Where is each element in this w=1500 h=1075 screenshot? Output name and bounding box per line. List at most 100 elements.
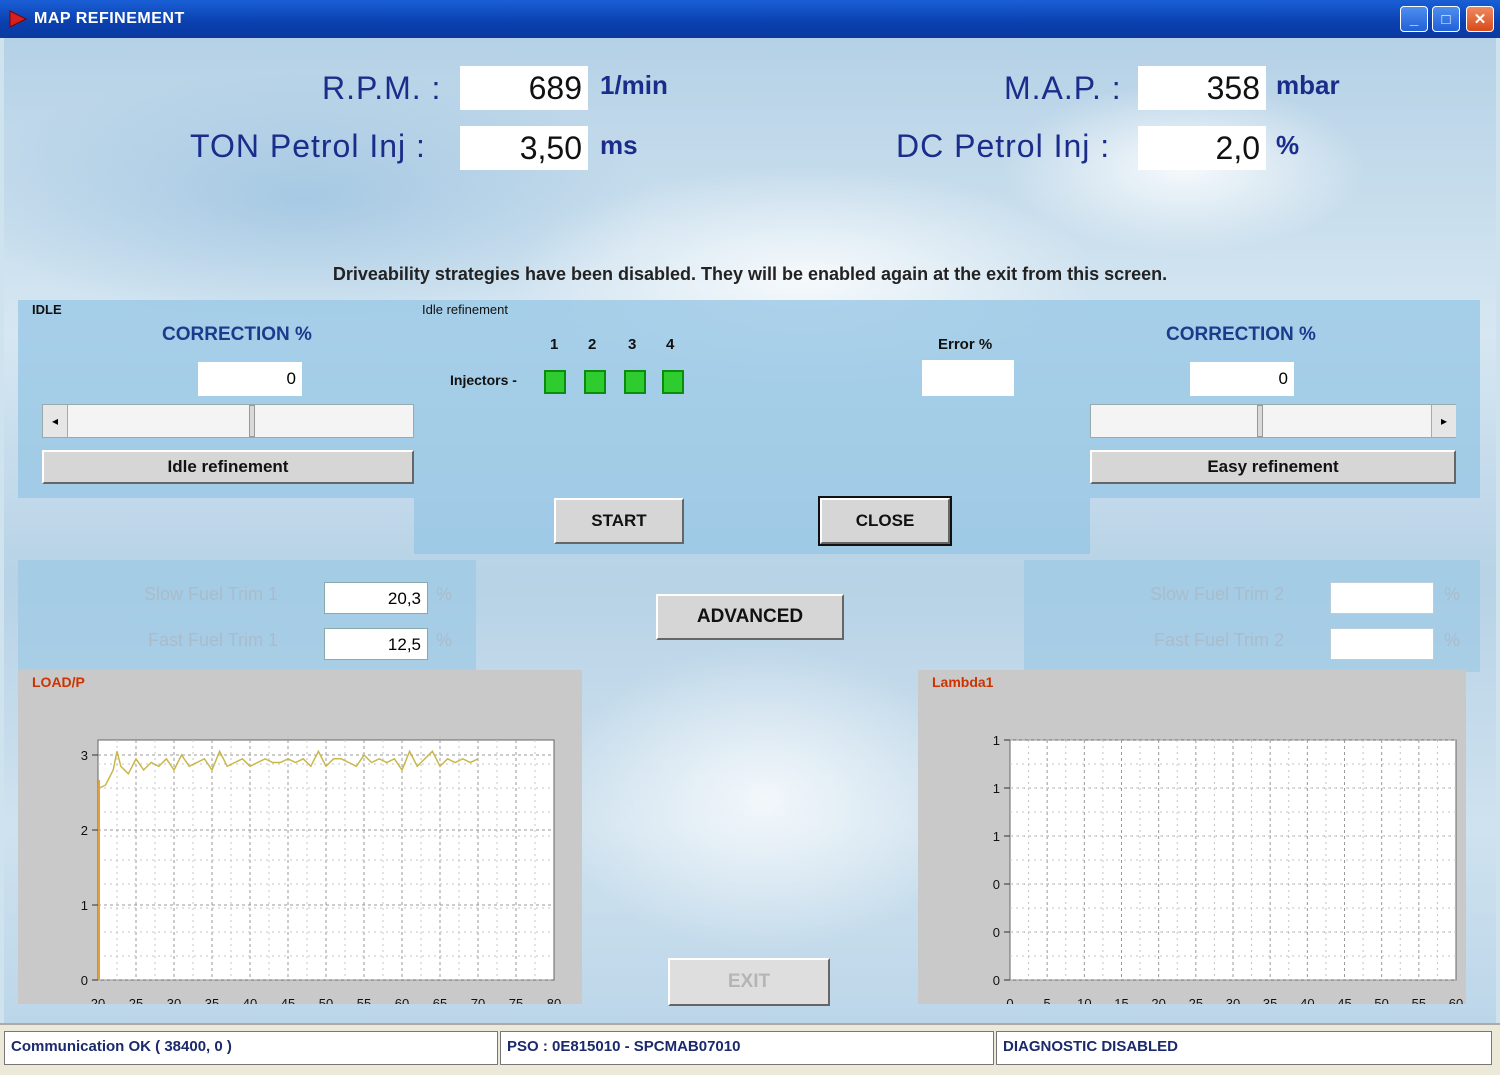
y-tick-label: 1: [993, 781, 1000, 796]
fast-fuel-trim-1-field: 12,5: [324, 628, 428, 660]
x-tick-label: 15: [1114, 996, 1128, 1004]
x-tick-label: 75: [509, 996, 523, 1004]
close-button[interactable]: CLOSE: [818, 496, 952, 546]
y-tick-label: 0: [993, 877, 1000, 892]
advanced-button[interactable]: ADVANCED: [656, 594, 844, 640]
map-unit: mbar: [1276, 70, 1340, 100]
center-panel-caption: Idle refinement: [422, 302, 508, 317]
x-tick-label: 50: [319, 996, 333, 1004]
load-chart-panel: LOAD/P 202530354045505560657075800123Tim…: [18, 670, 582, 1004]
y-tick-label: 0: [81, 973, 88, 988]
x-tick-label: 45: [281, 996, 295, 1004]
fast-fuel-trim-2-label: Fast Fuel Trim 2: [1154, 630, 1285, 650]
injector-number: 4: [666, 336, 675, 353]
slow-fuel-trim-2-unit: %: [1444, 584, 1461, 604]
driveability-notice: Driveability strategies have been disabl…: [332, 264, 1168, 284]
slow-fuel-trim-2-field: [1330, 582, 1434, 614]
x-tick-label: 60: [1449, 996, 1463, 1004]
x-tick-label: 20: [91, 996, 105, 1004]
x-tick-label: 30: [1226, 996, 1240, 1004]
map-value-field: 358: [1138, 66, 1266, 110]
close-window-icon[interactable]: ✕: [1466, 6, 1494, 32]
slider-left-arrow-icon[interactable]: ◂: [43, 405, 68, 437]
idle-panel: IDLE CORRECTION % 0 ◂ Idle refinement: [18, 300, 414, 498]
lambda-chart-panel: Lambda1 051015202530354045505560000111Ti…: [918, 670, 1466, 1004]
x-tick-label: 20: [1151, 996, 1165, 1004]
y-tick-label: 1: [81, 898, 88, 913]
y-tick-label: 1: [993, 733, 1000, 748]
idle-correction-field[interactable]: 0: [198, 362, 302, 396]
fast-fuel-trim-1-label: Fast Fuel Trim 1: [148, 630, 279, 650]
ton-unit: ms: [600, 130, 638, 160]
injector-2-led[interactable]: [584, 370, 606, 394]
x-tick-label: 0: [1006, 996, 1013, 1004]
x-tick-label: 5: [1044, 996, 1051, 1004]
error-field[interactable]: [922, 360, 1014, 396]
x-tick-label: 35: [1263, 996, 1277, 1004]
fast-fuel-trim-2-unit: %: [1444, 630, 1461, 650]
status-communication: Communication OK ( 38400, 0 ): [4, 1031, 498, 1065]
x-tick-label: 45: [1337, 996, 1351, 1004]
easy-correction-slider[interactable]: ▸: [1090, 404, 1456, 438]
load-chart: 202530354045505560657075800123Time [s]: [81, 739, 561, 1004]
x-tick-label: 60: [395, 996, 409, 1004]
maximize-icon[interactable]: □: [1432, 6, 1460, 32]
exit-button[interactable]: EXIT: [668, 958, 830, 1006]
x-tick-label: 70: [471, 996, 485, 1004]
x-tick-label: 25: [129, 996, 143, 1004]
slider-right-arrow-icon[interactable]: ▸: [1431, 405, 1456, 437]
map-refinement-window: MAP REFINEMENT _ □ ✕ R.P.M. : 689 1/min …: [0, 0, 1500, 1075]
injector-number: 1: [550, 336, 559, 353]
x-tick-label: 55: [1412, 996, 1426, 1004]
slow-fuel-trim-1-label: Slow Fuel Trim 1: [144, 584, 279, 604]
injector-1-led[interactable]: [544, 370, 566, 394]
fast-fuel-trim-2-field: [1330, 628, 1434, 660]
x-tick-label: 30: [167, 996, 181, 1004]
minimize-icon[interactable]: _: [1400, 6, 1428, 32]
client-area: R.P.M. : 689 1/min TON Petrol Inj : 3,50…: [4, 38, 1496, 1023]
dc-label: DC Petrol Inj :: [896, 128, 1111, 164]
fuel-trim-2-panel: Slow Fuel Trim 2 % Fast Fuel Trim 2 %: [1024, 560, 1480, 672]
easy-correction-label: CORRECTION %: [1166, 324, 1316, 345]
x-tick-label: 80: [547, 996, 561, 1004]
idle-slider-thumb[interactable]: [249, 405, 255, 437]
x-tick-label: 40: [243, 996, 257, 1004]
injectors-label: Injectors -: [450, 372, 517, 388]
slow-fuel-trim-1-field: 20,3: [324, 582, 428, 614]
injector-3-led[interactable]: [624, 370, 646, 394]
y-tick-label: 2: [81, 823, 88, 838]
slow-fuel-trim-2-label: Slow Fuel Trim 2: [1150, 584, 1285, 604]
start-button[interactable]: START: [554, 498, 684, 544]
status-pso: PSO : 0E815010 - SPCMAB07010: [500, 1031, 994, 1065]
error-label: Error %: [938, 336, 993, 353]
injector-number: 2: [588, 336, 597, 353]
idle-correction-slider[interactable]: ◂: [42, 404, 414, 438]
x-tick-label: 55: [357, 996, 371, 1004]
ton-label: TON Petrol Inj :: [190, 128, 426, 164]
x-tick-label: 25: [1189, 996, 1203, 1004]
easy-refinement-button[interactable]: Easy refinement: [1090, 450, 1456, 484]
y-tick-label: 1: [993, 829, 1000, 844]
x-tick-label: 10: [1077, 996, 1091, 1004]
slow-fuel-trim-1-unit: %: [436, 584, 453, 604]
injector-4-led[interactable]: [662, 370, 684, 394]
status-diagnostic: DIAGNOSTIC DISABLED: [996, 1031, 1492, 1065]
idle-refinement-button[interactable]: Idle refinement: [42, 450, 414, 484]
x-tick-label: 35: [205, 996, 219, 1004]
easy-slider-thumb[interactable]: [1257, 405, 1263, 437]
idle-refinement-panel: Idle refinement 1 2 3 4 Injectors - Erro…: [414, 300, 1090, 554]
dc-value-field: 2,0: [1138, 126, 1266, 170]
x-tick-label: 50: [1374, 996, 1388, 1004]
idle-correction-label: CORRECTION %: [162, 324, 312, 345]
rpm-label: R.P.M. :: [322, 70, 442, 106]
x-tick-label: 40: [1300, 996, 1314, 1004]
dc-unit: %: [1276, 130, 1300, 160]
easy-panel: CORRECTION % 0 ▸ Easy refinement: [1090, 300, 1480, 498]
easy-correction-field[interactable]: 0: [1190, 362, 1294, 396]
fuel-trim-1-panel: Slow Fuel Trim 1 20,3 % Fast Fuel Trim 1…: [18, 560, 476, 672]
y-tick-label: 0: [993, 925, 1000, 940]
status-bar: Communication OK ( 38400, 0 ) PSO : 0E81…: [0, 1023, 1500, 1075]
idle-panel-caption: IDLE: [32, 302, 62, 317]
injector-number: 3: [628, 336, 637, 353]
title-bar[interactable]: MAP REFINEMENT _ □ ✕: [0, 0, 1500, 38]
